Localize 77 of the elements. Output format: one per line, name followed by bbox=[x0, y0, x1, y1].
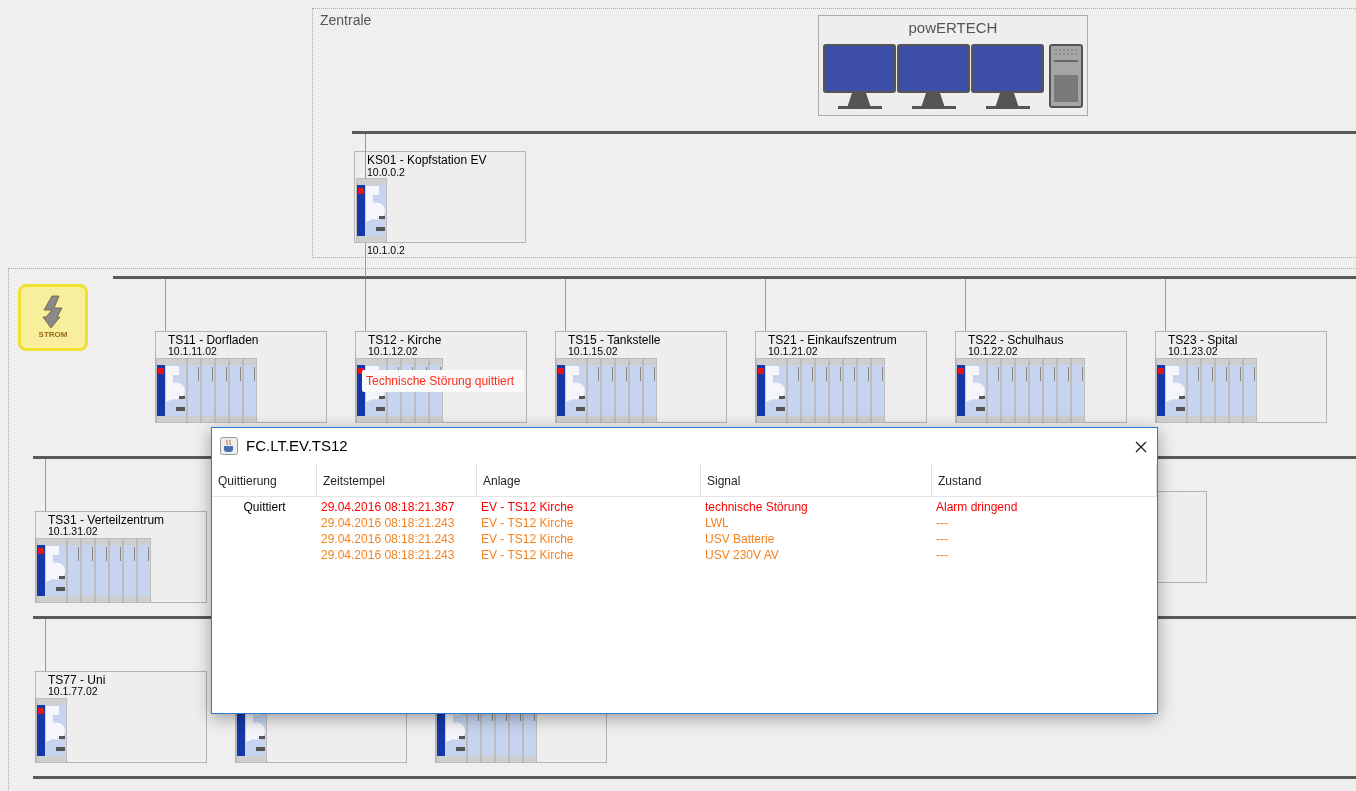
table-cell-text: 29.04.2016 08:18:21.243 bbox=[320, 547, 456, 563]
module-icon bbox=[137, 538, 151, 603]
table-cell-text: EV - TS12 Kirche bbox=[480, 547, 575, 563]
station-ip: 10.1.15.02 bbox=[568, 345, 618, 357]
station-name: TS22 - Schulhaus bbox=[968, 333, 1064, 347]
table-cell-text: --- bbox=[935, 531, 949, 547]
uplink-ip: 10.1.0.2 bbox=[367, 244, 405, 256]
module-icon bbox=[1243, 358, 1257, 423]
table-cell-text: LWL bbox=[704, 515, 730, 531]
station-ip: 10.1.12.02 bbox=[368, 345, 418, 357]
module-icon bbox=[95, 538, 109, 603]
status-tooltip: Technische Störung quittiert bbox=[362, 370, 525, 392]
module-icon bbox=[356, 178, 387, 243]
module-icon bbox=[215, 358, 229, 423]
connector-line bbox=[45, 619, 46, 671]
station-name: KS01 - Kopfstation EV bbox=[367, 153, 487, 167]
station-ip: 10.1.21.02 bbox=[768, 345, 818, 357]
module-icon bbox=[629, 358, 643, 423]
table-cell-text: EV - TS12 Kirche bbox=[480, 515, 575, 531]
table-cell-text: technische Störung bbox=[704, 499, 809, 515]
strom-button[interactable]: STROM bbox=[18, 284, 88, 351]
column-header[interactable]: Anlage bbox=[477, 464, 701, 497]
station-name: TS21 - Einkaufszentrum bbox=[768, 333, 897, 347]
close-icon bbox=[1135, 440, 1147, 453]
station-ip: 10.1.22.02 bbox=[968, 345, 1018, 357]
station-ip: 10.1.31.02 bbox=[48, 525, 98, 537]
module-icon bbox=[229, 358, 243, 423]
station-name: TS15 - Tankstelle bbox=[568, 333, 661, 347]
table-cell-text: Quittiert bbox=[242, 499, 287, 515]
station-name: TS23 - Spital bbox=[1168, 333, 1238, 347]
connector-line bbox=[365, 279, 366, 331]
table-cell-text: --- bbox=[935, 515, 949, 531]
column-header[interactable]: Quittierung bbox=[212, 464, 317, 497]
station-name: TS77 - Uni bbox=[48, 673, 106, 687]
lightning-icon bbox=[40, 294, 66, 329]
station-name: TS12 - Kirche bbox=[368, 333, 442, 347]
connector-line bbox=[45, 459, 46, 511]
table-cell-text: Alarm dringend bbox=[935, 499, 1019, 515]
module-icon bbox=[81, 538, 95, 603]
column-header[interactable]: Zustand bbox=[932, 464, 1157, 497]
column-header[interactable]: Zeitstempel bbox=[317, 464, 477, 497]
table-cell-text: EV - TS12 Kirche bbox=[480, 499, 575, 515]
table-cell-text: 29.04.2016 08:18:21.367 bbox=[320, 499, 456, 515]
station-ip: 10.1.23.02 bbox=[1168, 345, 1218, 357]
module-icon bbox=[1201, 358, 1215, 423]
cup-icon bbox=[220, 437, 238, 455]
module-icon bbox=[643, 358, 657, 423]
station-name: TS31 - Verteilzentrum bbox=[48, 513, 165, 527]
table-cell-text: --- bbox=[935, 547, 949, 563]
region-label: Zentrale bbox=[320, 11, 372, 30]
connector-line bbox=[965, 279, 966, 331]
station-ip: 10.0.0.2 bbox=[367, 166, 405, 178]
module-icon bbox=[243, 358, 257, 423]
connector-line bbox=[565, 279, 566, 331]
module-icon bbox=[109, 538, 123, 603]
connector-line bbox=[1165, 279, 1166, 331]
table-cell-text: 29.04.2016 08:18:21.243 bbox=[320, 531, 456, 547]
column-header[interactable]: Signal bbox=[701, 464, 932, 497]
connector-line bbox=[765, 279, 766, 331]
module-icon bbox=[1215, 358, 1229, 423]
computer-tower-icon bbox=[1049, 44, 1083, 108]
module-icon bbox=[123, 538, 137, 603]
module-icon bbox=[615, 358, 629, 423]
module-icon bbox=[36, 698, 67, 763]
module-icon bbox=[201, 358, 215, 423]
station-name: TS11 - Dorfladen bbox=[168, 333, 259, 347]
connector-line bbox=[165, 279, 166, 331]
module-icon bbox=[1229, 358, 1243, 423]
table-cell-text: USV Batterie bbox=[704, 531, 776, 547]
station-ip: 10.1.11.02 bbox=[168, 345, 217, 357]
table-cell-text: EV - TS12 Kirche bbox=[480, 531, 575, 547]
table-cell-text: 29.04.2016 08:18:21.243 bbox=[320, 515, 456, 531]
table-cell-text: USV 230V AV bbox=[704, 547, 780, 563]
dialog-title: FC.LT.EV.TS12 bbox=[246, 435, 349, 456]
module-icon bbox=[601, 358, 615, 423]
station-ip: 10.1.77.02 bbox=[48, 685, 98, 697]
server-title: powERTECH bbox=[907, 18, 999, 38]
